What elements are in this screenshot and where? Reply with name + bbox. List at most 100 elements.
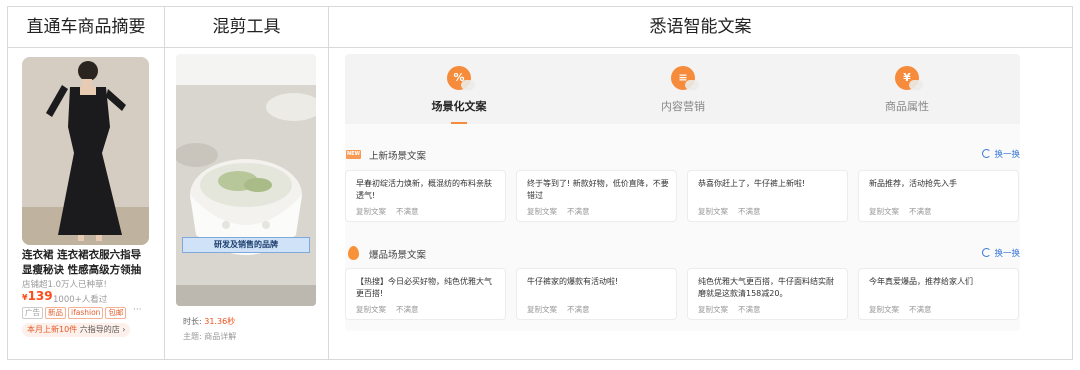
store-promo-pill[interactable]: 本月上新10件 六指导的店 ›	[22, 323, 131, 337]
new-badge: NEW	[346, 150, 361, 159]
card-actions: 复制文案 不满意	[356, 304, 429, 315]
product-title[interactable]: 连衣裙 连衣裙衣服六指导显瘦秘诀 性感高级方领抽	[22, 248, 149, 277]
yen-icon: ¥	[895, 66, 923, 90]
tab-scene-copy[interactable]: % 场景化文案	[389, 66, 529, 114]
active-tab-indicator	[451, 122, 467, 124]
tab-product-attributes[interactable]: ¥ 商品属性	[837, 66, 977, 114]
document-icon: ≡	[671, 66, 699, 90]
section-new-arrivals-cards: 早春初绽活力焕新，概混纺的布料亲肤透气! 复制文案 不满意 终于等到了! 新款好物…	[345, 170, 1020, 222]
tab-content-marketing[interactable]: ≡ 内容营销	[613, 66, 753, 114]
card-actions: 复制文案 不满意	[356, 206, 429, 217]
copy-text: 今年真爱爆品，推荐给家人们	[869, 277, 973, 286]
tab-label: 内容营销	[661, 100, 705, 113]
copy-button[interactable]: 复制文案	[356, 207, 386, 216]
copy-card[interactable]: 恭喜你赶上了，牛仔裤上新啦! 复制文案 不满意	[687, 170, 848, 222]
video-subject: 主题: 商品详解	[183, 331, 236, 342]
copy-button[interactable]: 复制文案	[527, 207, 557, 216]
flame-icon	[348, 246, 359, 260]
copy-card[interactable]: 今年真爱爆品，推荐给家人们 复制文案 不满意	[858, 268, 1019, 320]
tab-label: 商品属性	[885, 100, 929, 113]
copy-card[interactable]: 【热搜】今日必买好物，纯色优雅大气更百搭! 复制文案 不满意	[345, 268, 506, 320]
copy-card[interactable]: 新品推荐，活动抢先入手 复制文案 不满意	[858, 170, 1019, 222]
tag-glyph: %	[453, 71, 465, 84]
dislike-button[interactable]: 不满意	[567, 207, 590, 216]
dislike-button[interactable]: 不满意	[738, 207, 761, 216]
refresh-button[interactable]: 换一换	[982, 148, 1020, 160]
copy-button[interactable]: 复制文案	[869, 305, 899, 314]
copy-text: 牛仔裤家的爆款有活动啦!	[527, 277, 619, 286]
copy-button[interactable]: 复制文案	[698, 305, 728, 314]
refresh-icon	[982, 149, 992, 158]
refresh-button[interactable]: 换一换	[982, 247, 1020, 259]
column-header-clip-tool: 混剪工具	[212, 17, 281, 37]
copy-button[interactable]: 复制文案	[527, 305, 557, 314]
copy-button[interactable]: 复制文案	[869, 207, 899, 216]
dislike-button[interactable]: 不满意	[909, 207, 932, 216]
tag-icon: %	[447, 66, 475, 90]
copy-text: 新品推荐，活动抢先入手	[869, 179, 957, 188]
section-title: 爆品场景文案	[369, 250, 427, 261]
column-header-ai-copy: 悉语智能文案	[649, 17, 752, 37]
dislike-button[interactable]: 不满意	[567, 305, 590, 314]
duration-label: 时长:	[183, 317, 202, 326]
card-actions: 复制文案 不满意	[698, 304, 771, 315]
copy-card[interactable]: 牛仔裤家的爆款有活动啦! 复制文案 不满意	[516, 268, 677, 320]
ai-copy-panel: % 场景化文案 ≡ 内容营销 ¥ 商品属性 NEW 上新场景文案 换一换 早春初…	[345, 54, 1020, 331]
yen-glyph: ¥	[903, 71, 911, 84]
product-image[interactable]	[22, 57, 149, 245]
tag-free-shipping: 包邮	[105, 307, 127, 319]
card-actions: 复制文案 不满意	[527, 206, 600, 217]
tag-ifashion: ifashion	[68, 307, 104, 319]
copy-card[interactable]: 纯色优雅大气更百搭，牛仔面料结实耐磨就是这款清158减20。 复制文案 不满意	[687, 268, 848, 320]
more-icon[interactable]: ···	[133, 305, 142, 315]
section-new-arrivals-header: NEW 上新场景文案 换一换	[345, 147, 1020, 163]
header-divider	[8, 47, 1072, 48]
card-actions: 复制文案 不满意	[869, 304, 942, 315]
product-buyers: 1000+人看过	[53, 295, 108, 305]
card-actions: 复制文案 不满意	[869, 206, 942, 217]
section-bestseller-cards: 【热搜】今日必买好物，纯色优雅大气更百搭! 复制文案 不满意 牛仔裤家的爆款有活动…	[345, 268, 1020, 320]
column-divider	[328, 7, 329, 359]
promo-highlight: 本月上新10件	[27, 325, 78, 334]
salad-bowl-image	[176, 85, 316, 306]
product-price: ¥139	[22, 289, 53, 303]
product-tags: 广告 新品 ifashion 包邮	[22, 307, 127, 319]
dislike-button[interactable]: 不满意	[396, 207, 419, 216]
column-divider	[164, 7, 165, 359]
dislike-button[interactable]: 不满意	[909, 305, 932, 314]
price-value: 139	[27, 289, 53, 303]
copy-text: 纯色优雅大气更百搭，牛仔面料结实耐磨就是这款清158减20。	[698, 277, 834, 298]
dislike-button[interactable]: 不满意	[396, 305, 419, 314]
video-preview[interactable]: 研发及销售的品牌	[176, 54, 316, 306]
refresh-label: 换一换	[994, 150, 1020, 160]
refresh-label: 换一换	[994, 249, 1020, 259]
video-duration: 时长: 31.36秒	[183, 316, 235, 327]
copy-text: 【热搜】今日必买好物，纯色优雅大气更百搭!	[356, 277, 492, 298]
copy-text: 终于等到了! 新款好物，低价直降，不要错过	[527, 179, 669, 200]
copy-card[interactable]: 早春初绽活力焕新，概混纺的布料亲肤透气! 复制文案 不满意	[345, 170, 506, 222]
copy-button[interactable]: 复制文案	[356, 305, 386, 314]
product-card[interactable]: 连衣裙 连衣裙衣服六指导显瘦秘诀 性感高级方领抽 店铺超1.0万人已种草! ¥1…	[22, 57, 149, 342]
column-header-product-summary: 直通车商品摘要	[26, 17, 146, 37]
section-title: 上新场景文案	[369, 151, 427, 162]
video-frame	[176, 85, 316, 306]
promo-store: 六指导的店	[79, 325, 120, 334]
section-bestseller-header: 爆品场景文案 换一换	[345, 246, 1020, 262]
tag-ad: 广告	[22, 307, 43, 319]
copy-text: 早春初绽活力焕新，概混纺的布料亲肤透气!	[356, 179, 492, 200]
copy-card[interactable]: 终于等到了! 新款好物，低价直降，不要错过 复制文案 不满意	[516, 170, 677, 222]
subject-value: 商品详解	[204, 332, 237, 341]
video-subtitle: 研发及销售的品牌	[182, 237, 310, 253]
subject-label: 主题:	[183, 332, 202, 341]
duration-value: 31.36秒	[204, 317, 236, 326]
dislike-button[interactable]: 不满意	[738, 305, 761, 314]
tab-label: 场景化文案	[431, 100, 487, 113]
refresh-icon	[982, 248, 992, 257]
copy-button[interactable]: 复制文案	[698, 207, 728, 216]
copy-text: 恭喜你赶上了，牛仔裤上新啦!	[698, 179, 806, 188]
chevron-right-icon: ›	[122, 325, 126, 334]
copy-tabs: % 场景化文案 ≡ 内容营销 ¥ 商品属性	[345, 54, 1020, 124]
model-photo	[22, 57, 149, 245]
tag-new: 新品	[45, 307, 66, 319]
document-glyph: ≡	[678, 71, 688, 84]
